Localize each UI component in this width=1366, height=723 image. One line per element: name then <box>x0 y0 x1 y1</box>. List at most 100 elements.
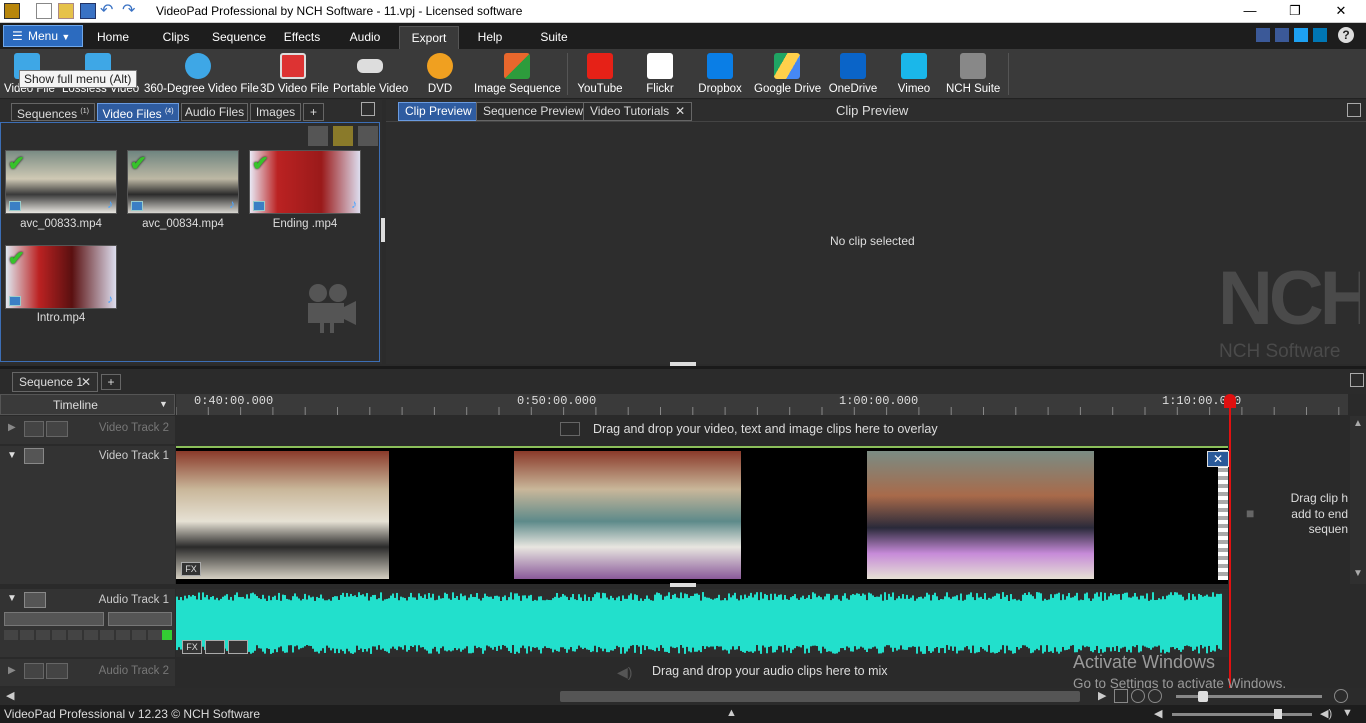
fit-timeline-icon[interactable] <box>1114 689 1128 703</box>
eye-icon[interactable] <box>24 421 44 437</box>
tab-audio-files[interactable]: Audio Files <box>181 103 248 121</box>
collapse-track-icon[interactable]: ▼ <box>7 450 17 461</box>
media-thumbnail[interactable]: ✔ ♪ <box>5 245 117 309</box>
horizontal-scrollbar[interactable]: ◀ ▶ <box>0 688 1366 705</box>
track-splitter[interactable] <box>670 583 696 587</box>
add-sequence-button[interactable]: + <box>101 374 121 390</box>
delete-icon[interactable] <box>308 126 328 146</box>
export-360-video-button[interactable]: 360-Degree Video File <box>144 53 259 97</box>
export-dropbox-button[interactable]: Dropbox <box>696 53 744 97</box>
track-users-icon[interactable] <box>46 663 68 679</box>
tab-clips[interactable]: Clips <box>152 26 200 49</box>
close-button[interactable]: ✕ <box>1319 2 1363 20</box>
tab-help[interactable]: Help <box>466 26 514 49</box>
new-project-icon[interactable] <box>36 3 52 19</box>
tab-audio[interactable]: Audio <box>340 26 390 49</box>
export-dvd-button[interactable]: DVD <box>418 53 462 97</box>
save-project-icon[interactable] <box>80 3 96 19</box>
tab-sequence-1[interactable]: Sequence 1 ✕ <box>12 372 98 392</box>
scroll-left-icon[interactable]: ◀ <box>6 689 14 702</box>
export-nch-suite-button[interactable]: NCH Suite <box>946 53 1000 97</box>
zoom-in-icon[interactable] <box>1131 689 1145 703</box>
audio-fx-button[interactable]: FX <box>182 640 202 654</box>
expand-track-icon[interactable]: ▶ <box>8 422 16 433</box>
volume-slider[interactable] <box>4 612 104 626</box>
facebook-icon[interactable] <box>1275 28 1289 42</box>
undock-icon[interactable] <box>1347 103 1361 117</box>
tab-video-files[interactable]: Video Files (4) <box>97 103 179 121</box>
tab-home[interactable]: Home <box>88 26 138 49</box>
export-flickr-button[interactable]: Flickr <box>636 53 684 97</box>
transition-icon[interactable]: ✕ <box>1207 451 1229 467</box>
tab-video-tutorials[interactable]: Video Tutorials ✕ <box>583 102 693 121</box>
timeline-ruler[interactable]: 0:40:00.000 0:50:00.000 1:00:00.000 1:10… <box>176 394 1348 415</box>
tab-effects[interactable]: Effects <box>277 26 327 49</box>
scroll-right-icon[interactable]: ▶ <box>1098 689 1106 702</box>
tab-sequences[interactable]: Sequences (1) <box>11 103 95 121</box>
maximize-button[interactable]: ❐ <box>1273 2 1317 20</box>
scroll-down-icon[interactable]: ▼ <box>1353 568 1363 579</box>
zoom-out-icon[interactable] <box>1148 689 1162 703</box>
speaker-icon[interactable] <box>24 663 44 679</box>
panel-splitter[interactable] <box>381 218 385 242</box>
audio-link-icon[interactable] <box>228 640 248 654</box>
collapse-track-icon[interactable]: ▼ <box>7 593 17 604</box>
twitter-icon[interactable] <box>1294 28 1308 42</box>
export-onedrive-button[interactable]: OneDrive <box>828 53 878 97</box>
tooltip: Show full menu (Alt) <box>19 70 137 88</box>
undock-icon[interactable] <box>1350 373 1364 387</box>
playhead-handle[interactable] <box>1224 394 1236 408</box>
volume-menu-icon[interactable]: ▼ <box>1342 707 1353 719</box>
close-tab-icon[interactable]: ✕ <box>675 103 685 120</box>
eye-icon[interactable] <box>24 448 44 464</box>
tab-sequence[interactable]: Sequence <box>207 26 271 49</box>
media-thumbnail[interactable]: ✔ ♪ <box>5 150 117 214</box>
linkedin-icon[interactable] <box>1313 28 1327 42</box>
export-youtube-button[interactable]: YouTube <box>576 53 624 97</box>
tab-suite[interactable]: Suite <box>530 26 578 49</box>
like-icon[interactable] <box>1256 28 1270 42</box>
expand-panel-icon[interactable]: ▲ <box>726 707 737 719</box>
tab-clip-preview[interactable]: Clip Preview <box>398 102 479 121</box>
close-tab-icon[interactable]: ✕ <box>81 373 91 391</box>
minimize-button[interactable]: — <box>1228 2 1272 20</box>
speaker-icon[interactable] <box>24 592 46 608</box>
tab-export[interactable]: Export <box>399 26 459 49</box>
view-list-icon[interactable] <box>358 126 378 146</box>
scrollbar-thumb[interactable] <box>560 691 1080 702</box>
fx-button[interactable]: FX <box>181 562 201 576</box>
scroll-up-icon[interactable]: ▲ <box>1353 418 1363 429</box>
help-icon[interactable]: ? <box>1338 27 1354 43</box>
expand-track-icon[interactable]: ▶ <box>8 665 16 676</box>
vertical-scrollbar[interactable]: ▲ ▼ <box>1350 416 1366 584</box>
video-clip-thumbnail[interactable]: FX <box>176 451 389 579</box>
clip-end-marker[interactable] <box>1218 450 1228 580</box>
zoom-slider-thumb[interactable] <box>1198 691 1208 702</box>
undock-icon[interactable] <box>361 102 375 116</box>
export-image-sequence-button[interactable]: Image Sequence <box>474 53 561 97</box>
export-3d-video-button[interactable]: 3D Video File <box>260 53 329 97</box>
track-users-icon[interactable] <box>46 421 68 437</box>
master-volume-thumb[interactable] <box>1274 709 1282 719</box>
tab-sequence-preview[interactable]: Sequence Preview <box>476 102 591 121</box>
audio-volume-icon[interactable] <box>205 640 225 654</box>
export-vimeo-button[interactable]: Vimeo <box>890 53 938 97</box>
playhead[interactable] <box>1229 396 1231 688</box>
add-folder-icon[interactable] <box>333 126 353 146</box>
redo-icon[interactable]: ↷ <box>122 3 138 19</box>
tab-images[interactable]: Images <box>250 103 301 121</box>
zoom-in-icon[interactable] <box>1334 689 1348 703</box>
main-menu-button[interactable]: ☰ Menu ▼ <box>3 25 83 47</box>
timeline-mode-select[interactable]: Timeline ▼ <box>0 394 175 415</box>
video-clip-thumbnail[interactable] <box>514 451 741 579</box>
pan-slider[interactable] <box>108 612 172 626</box>
media-thumbnail[interactable]: ✔ ♪ <box>249 150 361 214</box>
export-portable-video-button[interactable]: Portable Video <box>333 53 408 97</box>
add-bin-tab-button[interactable]: + <box>303 103 324 121</box>
open-project-icon[interactable] <box>58 3 74 19</box>
master-volume-slider[interactable] <box>1172 713 1312 716</box>
undo-icon[interactable]: ↶ <box>100 3 116 19</box>
video-clip-thumbnail[interactable] <box>867 451 1094 579</box>
media-thumbnail[interactable]: ✔ ♪ <box>127 150 239 214</box>
export-google-drive-button[interactable]: Google Drive <box>754 53 821 97</box>
